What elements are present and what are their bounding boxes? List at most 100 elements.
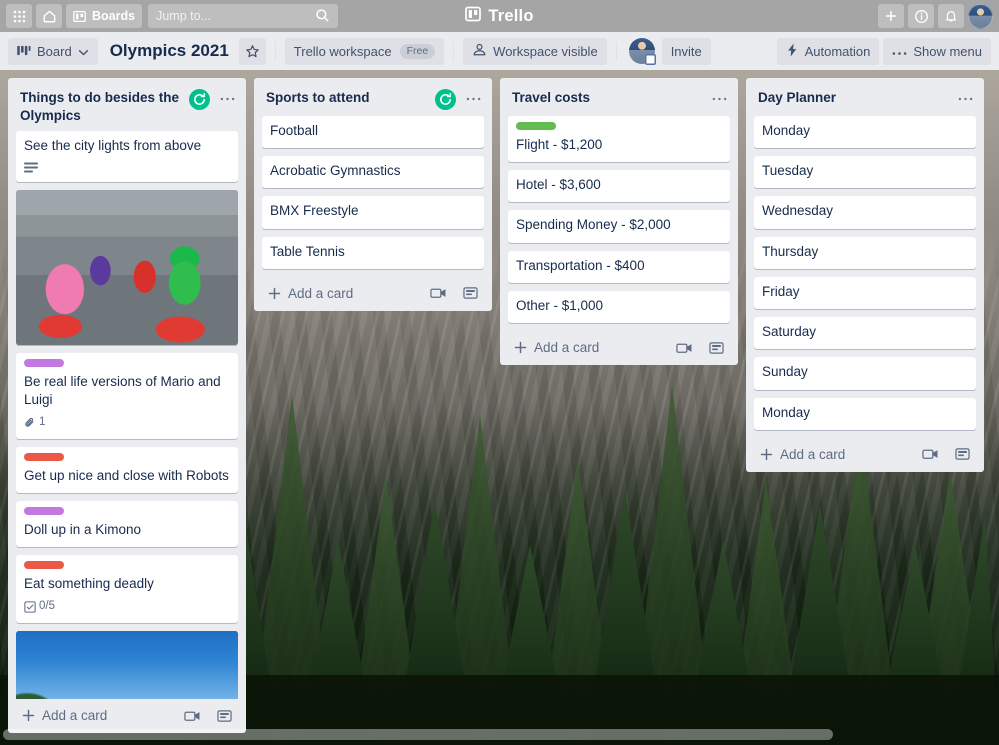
- invite-button[interactable]: Invite: [661, 37, 711, 65]
- video-card-icon: [922, 448, 938, 460]
- card[interactable]: Eat something deadly 0/5: [16, 555, 238, 623]
- boards-button[interactable]: Boards: [66, 4, 143, 28]
- list-title[interactable]: Things to do besides the Olympics: [20, 88, 183, 125]
- card-title: Get up nice and close with Robots: [24, 467, 229, 483]
- list-sync-badge[interactable]: [435, 89, 456, 110]
- create-from-video-button[interactable]: [922, 448, 938, 460]
- list-menu-icon[interactable]: [708, 88, 730, 110]
- list: Sports to attend Football Acrobatic Gymnas…: [254, 78, 492, 311]
- card[interactable]: Other - $1,000: [508, 290, 730, 324]
- template-card-icon: [463, 286, 478, 300]
- card-title: Monday: [762, 123, 811, 138]
- card[interactable]: Get up nice and close with Robots: [16, 446, 238, 493]
- add-card-label: Add a card: [534, 340, 600, 356]
- list-title[interactable]: Sports to attend: [266, 88, 429, 107]
- list-title[interactable]: Day Planner: [758, 88, 948, 107]
- add-card-button[interactable]: Add a card: [12, 699, 242, 733]
- board-canvas: Things to do besides the Olympics See the…: [0, 70, 999, 745]
- workspace-button[interactable]: Trello workspace Free: [284, 37, 445, 65]
- grid-apps-icon[interactable]: [6, 4, 32, 28]
- card-title: Doll up in a Kimono: [24, 521, 142, 537]
- card[interactable]: Tuesday: [754, 156, 976, 189]
- list-menu-icon[interactable]: [954, 88, 976, 110]
- star-icon[interactable]: [238, 37, 266, 65]
- card-title: Eat something deadly: [24, 576, 154, 592]
- card[interactable]: Monday: [754, 116, 976, 149]
- card[interactable]: Transportation - $400: [508, 250, 730, 283]
- card[interactable]: Football: [262, 116, 484, 149]
- create-from-template-button[interactable]: [217, 709, 232, 723]
- board-view-switcher[interactable]: Board: [8, 37, 98, 65]
- card[interactable]: Doll up in a Kimono: [16, 500, 238, 548]
- card[interactable]: Wednesday: [754, 196, 976, 229]
- info-circle-icon[interactable]: [908, 4, 934, 28]
- boards-label: Boards: [92, 9, 136, 23]
- home-icon[interactable]: [36, 4, 62, 28]
- card-title: Sunday: [762, 364, 808, 380]
- card[interactable]: Hotel - $3,600: [508, 170, 730, 203]
- plus-icon: [514, 341, 527, 354]
- card[interactable]: See the city lights from above: [16, 131, 238, 182]
- card-label[interactable]: [516, 122, 556, 130]
- card[interactable]: Friday: [754, 276, 976, 310]
- bell-icon[interactable]: [938, 4, 964, 28]
- card-label[interactable]: [24, 561, 64, 570]
- divider: [615, 41, 617, 61]
- card[interactable]: [16, 630, 238, 699]
- automation-button[interactable]: Automation: [776, 37, 880, 65]
- show-menu-button[interactable]: Show menu: [883, 37, 991, 65]
- card[interactable]: Monday: [754, 397, 976, 430]
- sync-refresh-icon: [192, 92, 207, 107]
- card-title: Table Tennis: [270, 243, 345, 259]
- topbar-actions: [878, 3, 993, 29]
- create-from-video-button[interactable]: [184, 710, 200, 722]
- list-menu-icon[interactable]: [462, 88, 484, 110]
- add-card-button[interactable]: Add a card: [504, 331, 734, 365]
- board-view-icon: [17, 44, 31, 59]
- create-from-video-button[interactable]: [430, 287, 446, 299]
- search-input[interactable]: Jump to...: [148, 4, 339, 28]
- search-placeholder: Jump to...: [156, 9, 211, 23]
- create-from-template-button[interactable]: [955, 447, 970, 461]
- ellipsis-icon: [892, 44, 907, 59]
- create-from-template-button[interactable]: [709, 341, 724, 355]
- horizontal-scrollbar[interactable]: [3, 729, 833, 740]
- card-title: Spending Money - $2,000: [516, 217, 671, 233]
- list-menu-icon[interactable]: [216, 88, 238, 110]
- card-title: Hotel - $3,600: [516, 177, 601, 193]
- card[interactable]: Saturday: [754, 317, 976, 350]
- card[interactable]: BMX Freestyle: [262, 196, 484, 229]
- card-title: Friday: [762, 283, 800, 299]
- card-title: Wednesday: [762, 203, 834, 219]
- card-title: Thursday: [762, 243, 819, 259]
- list-sync-badge[interactable]: [189, 89, 210, 110]
- member-avatar[interactable]: [628, 38, 656, 65]
- board-header-actions: Automation Show menu: [776, 37, 991, 65]
- create-from-template-button[interactable]: [463, 286, 478, 300]
- card-title: Football: [270, 123, 319, 138]
- card[interactable]: Thursday: [754, 236, 976, 269]
- card[interactable]: [16, 189, 238, 345]
- visibility-button[interactable]: Workspace visible: [463, 37, 607, 65]
- card[interactable]: Acrobatic Gymnastics: [262, 156, 484, 189]
- card-label[interactable]: [24, 358, 64, 367]
- show-menu-label: Show menu: [913, 43, 982, 59]
- add-card-button[interactable]: Add a card: [258, 277, 488, 311]
- divider: [274, 41, 276, 61]
- card[interactable]: Flight - $1,200: [508, 116, 730, 163]
- top-navigation-bar: Boards Jump to... Trello: [0, 0, 999, 32]
- video-card-icon: [676, 342, 692, 354]
- user-avatar[interactable]: [968, 3, 993, 29]
- card-label[interactable]: [24, 452, 64, 461]
- card[interactable]: Sunday: [754, 357, 976, 390]
- plus-icon[interactable]: [878, 4, 904, 28]
- page-title[interactable]: Olympics 2021: [100, 41, 237, 61]
- create-from-video-button[interactable]: [676, 342, 692, 354]
- list-title[interactable]: Travel costs: [512, 88, 702, 107]
- add-card-button[interactable]: Add a card: [750, 438, 980, 472]
- card-title: Flight - $1,200: [516, 137, 603, 152]
- card[interactable]: Be real life versions of Mario and Luigi…: [16, 352, 238, 439]
- card[interactable]: Spending Money - $2,000: [508, 210, 730, 243]
- card[interactable]: Table Tennis: [262, 236, 484, 269]
- card-label[interactable]: [24, 506, 64, 515]
